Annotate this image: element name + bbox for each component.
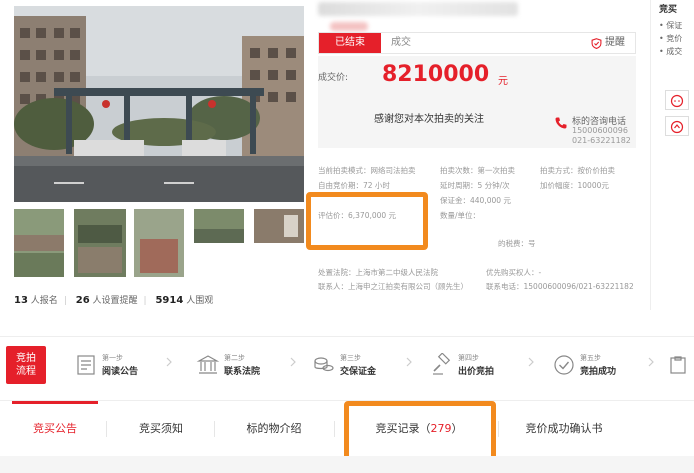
detail-mode: 当前拍卖模式：网络司法拍卖: [318, 166, 416, 175]
step-5-no: 第五步: [580, 354, 601, 362]
price-label: 成交价:: [318, 73, 349, 83]
detail-round: 拍卖次数：第一次拍卖: [440, 166, 515, 175]
detail-contact: 联系人：上海申之江拍卖有限公司（顾先生）: [318, 282, 468, 291]
bottom-bar: [0, 456, 694, 473]
view-label: 人围观: [186, 296, 214, 306]
chevron-right-icon: [648, 357, 654, 367]
detail-period: 自由竞价期：72 小时: [318, 181, 390, 190]
remind-label: 提醒: [605, 37, 625, 48]
gavel-icon: [433, 353, 451, 375]
step-4[interactable]: 第四步 出价竞拍: [430, 351, 520, 379]
check-circle-icon: [554, 355, 574, 375]
step-3-name: 交保证金: [340, 367, 377, 377]
thumbnail-4[interactable]: [194, 209, 244, 243]
coins-icon: [314, 357, 334, 372]
residential-gate-photo: [14, 6, 304, 202]
detail-delay: 延时周期：5 分钟/次: [440, 181, 510, 190]
tab-notice[interactable]: 竞买须知: [118, 401, 204, 457]
remind-label: 人设置提醒: [92, 296, 138, 306]
chevron-right-icon: [166, 357, 172, 367]
right-column: 竞买 • 保证 • 竞价 • 成交: [650, 0, 694, 310]
detail-reserve: 的税费：号: [498, 239, 536, 248]
appraisal-highlight: [306, 192, 428, 250]
remind-count: 26: [75, 295, 90, 306]
status-tag: 已结束: [319, 33, 381, 53]
right-column-title: 竞买: [659, 5, 678, 15]
step-1[interactable]: 第一步 阅读公告: [74, 351, 164, 379]
process-badge-line1: 竞拍: [16, 353, 36, 364]
chevron-right-icon: [528, 357, 534, 367]
detail-method: 拍卖方式：按价价拍卖: [540, 166, 615, 175]
chat-button[interactable]: [665, 90, 689, 110]
auction-process: 竞拍 流程 第一步 阅读公告 第二步 联系法院 第三步 交保证金 第四步 出价竞…: [0, 336, 694, 392]
detail-court: 处置法院：上海市第二中级人民法院: [318, 268, 438, 277]
consult-phone-2: 021-63221182: [572, 136, 631, 145]
detail-quantity: 数量/单位：: [440, 211, 481, 220]
chevron-right-icon: [406, 357, 412, 367]
share-icon: [670, 120, 684, 134]
bid-records-highlight: [344, 401, 496, 461]
thumbnail-3[interactable]: [134, 209, 184, 277]
process-badge-line2: 流程: [16, 366, 36, 377]
process-badge: 竞拍 流程: [6, 346, 46, 384]
phone-icon: [555, 117, 567, 129]
status-row: 已结束 成交 提醒: [318, 32, 636, 54]
shield-check-icon: [591, 37, 602, 49]
price-panel: 成交价: 8210000 元: [318, 56, 636, 96]
chevron-right-icon: [290, 357, 296, 367]
detail-priority: 优先购买权人：-: [486, 268, 542, 277]
step-2[interactable]: 第二步 联系法院: [196, 351, 286, 379]
main-photo[interactable]: [14, 6, 304, 202]
stats-bar: 13 人报名 | 26 人设置提醒 | 5914 人围观: [14, 295, 214, 306]
view-count: 5914: [155, 295, 184, 306]
detail-contact-phone: 联系电话：15000600096/021-63221182: [486, 282, 634, 291]
thanks-text: 感谢您对本次拍卖的关注: [374, 114, 484, 125]
step-4-no: 第四步: [458, 354, 479, 362]
signup-label: 人报名: [30, 296, 58, 306]
thumbnail-5[interactable]: [254, 209, 304, 243]
blurred-title: [318, 2, 518, 16]
right-column-item-3: • 成交: [659, 47, 683, 56]
thumbnail-2[interactable]: [74, 209, 126, 277]
court-icon: [196, 355, 220, 374]
thumbnail-strip: [14, 209, 304, 277]
detail-increment: 加价幅度：10000元: [540, 181, 609, 190]
chat-icon: [670, 94, 684, 108]
clipboard-icon: [670, 356, 686, 374]
step-5[interactable]: 第五步 竞拍成功: [552, 351, 642, 379]
status-text: 成交: [391, 37, 411, 48]
remind-button[interactable]: 提醒: [591, 33, 625, 53]
thumbnail-1[interactable]: [14, 209, 64, 277]
thanks-box: 感谢您对本次拍卖的关注 标的咨询电话 15000600096 021-63221…: [318, 96, 636, 148]
share-button[interactable]: [665, 116, 689, 136]
price-value: 8210000: [382, 62, 490, 87]
tab-announcement[interactable]: 竞买公告: [12, 401, 98, 457]
step-5-name: 竞拍成功: [580, 367, 617, 377]
step-2-name: 联系法院: [224, 367, 261, 377]
step-1-name: 阅读公告: [102, 367, 139, 377]
step-1-no: 第一步: [102, 354, 123, 362]
signup-count: 13: [14, 295, 28, 306]
right-column-item-2: • 竞价: [659, 34, 683, 43]
blurred-tag: [330, 22, 368, 31]
consult-phone-1: 15000600096: [572, 126, 628, 135]
tab-item-intro[interactable]: 标的物介绍: [226, 401, 322, 457]
detail-deposit: 保证金：440,000 元: [440, 196, 511, 205]
step-2-no: 第二步: [224, 354, 245, 362]
price-unit: 元: [498, 76, 508, 87]
right-column-item-1: • 保证: [659, 21, 683, 30]
tab-confirmation[interactable]: 竞价成功确认书: [508, 401, 620, 457]
document-icon: [77, 355, 95, 375]
step-3[interactable]: 第三步 交保证金: [312, 351, 402, 379]
step-3-no: 第三步: [340, 354, 361, 362]
step-4-name: 出价竞拍: [458, 367, 495, 377]
